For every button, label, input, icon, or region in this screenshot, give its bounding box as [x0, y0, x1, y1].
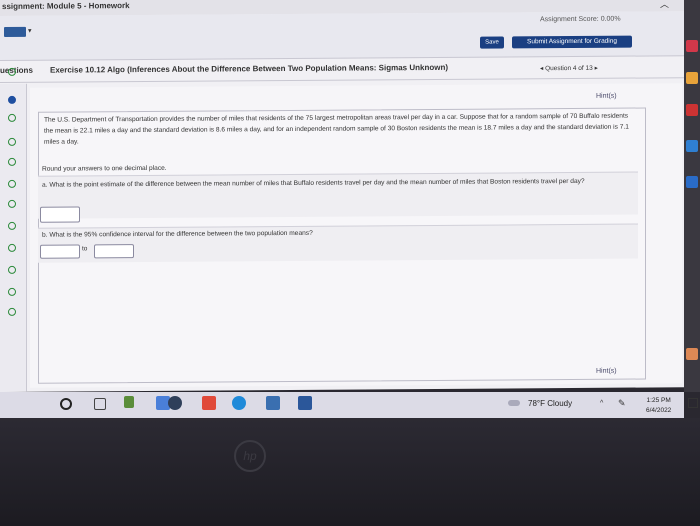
app-icon[interactable]	[686, 40, 698, 52]
question-status-dot[interactable]	[8, 199, 16, 208]
mail-icon[interactable]	[266, 396, 280, 410]
question-status-dot-current[interactable]	[8, 95, 16, 104]
weather-widget[interactable]: 78°F Cloudy	[528, 399, 572, 408]
assignment-score: Assignment Score: 0.00%	[540, 15, 621, 24]
question-status-dot[interactable]	[8, 179, 16, 188]
problem-statement: The U.S. Department of Transportation pr…	[44, 112, 629, 146]
chevron-up-icon[interactable]: ︿	[660, 0, 669, 10]
laptop-bezel	[0, 418, 700, 526]
app-icon[interactable]	[686, 104, 698, 116]
save-button[interactable]: Save	[480, 36, 504, 49]
question-status-dot[interactable]	[8, 265, 16, 274]
rounding-instruction: Round your answers to one decimal place.	[42, 164, 167, 173]
clock[interactable]: 1:25 PM 6/4/2022	[646, 396, 671, 416]
edge-icon[interactable]	[232, 396, 246, 410]
question-status-dot[interactable]	[8, 137, 16, 146]
calculator-icon[interactable]	[4, 26, 26, 37]
question-status-dot[interactable]	[8, 113, 16, 122]
app-icon[interactable]	[686, 140, 698, 152]
cloud-icon	[508, 400, 520, 406]
question-list-sidebar	[0, 83, 27, 393]
task-view-icon[interactable]	[94, 398, 106, 410]
screen: ssignment: Module 5 - Homework ︿ Assignm…	[0, 0, 684, 393]
office-icon[interactable]	[202, 396, 216, 410]
chrome-icon[interactable]	[168, 396, 182, 410]
submit-assignment-button[interactable]: Submit Assignment for Grading	[512, 35, 632, 49]
part-b-question: b. What is the 95% confidence interval f…	[42, 229, 313, 239]
questions-label: uestions	[0, 65, 33, 75]
question-status-dot[interactable]	[8, 67, 16, 76]
chevron-down-icon[interactable]: ▾	[28, 27, 32, 35]
app-icon[interactable]	[686, 348, 698, 360]
clock-time: 1:25 PM	[646, 397, 671, 404]
question-navigator[interactable]: ◂ Question 4 of 13 ▸	[540, 64, 598, 72]
window-title: ssignment: Module 5 - Homework	[2, 1, 130, 11]
clock-date: 6/4/2022	[646, 407, 672, 414]
app-icon[interactable]	[686, 72, 698, 84]
pen-icon[interactable]: ✎	[618, 398, 626, 409]
edge-sidebar	[684, 0, 700, 392]
app-icon[interactable]	[686, 176, 698, 188]
hint-link-top[interactable]: Hint(s)	[596, 93, 617, 100]
question-status-dot[interactable]	[8, 157, 16, 166]
file-explorer-icon[interactable]	[124, 396, 134, 408]
interval-upper-input[interactable]	[94, 244, 134, 259]
hp-logo: hp	[234, 440, 266, 472]
question-status-dot[interactable]	[8, 307, 16, 316]
question-status-dot[interactable]	[8, 221, 16, 230]
word-icon[interactable]	[298, 396, 312, 410]
question-status-dot[interactable]	[8, 287, 16, 296]
search-icon[interactable]	[60, 398, 72, 410]
interval-to-label: to	[82, 245, 88, 253]
point-estimate-input[interactable]	[40, 206, 80, 223]
question-status-dot[interactable]	[8, 243, 16, 252]
notification-icon[interactable]	[688, 398, 698, 408]
interval-lower-input[interactable]	[40, 244, 80, 259]
hint-link-bottom[interactable]: Hint(s)	[596, 368, 617, 375]
chevron-up-icon[interactable]: ^	[600, 400, 603, 407]
